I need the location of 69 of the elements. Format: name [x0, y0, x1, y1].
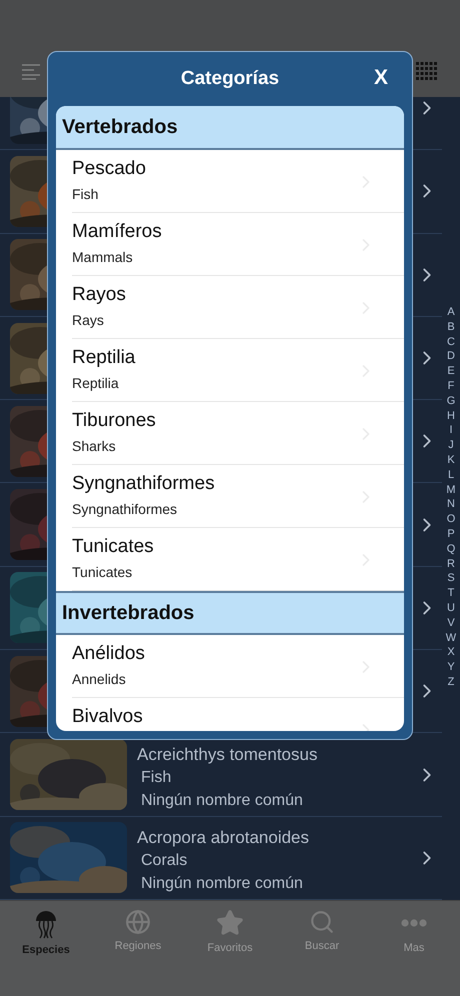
index-letter[interactable]: C — [447, 334, 455, 350]
species-category: Corals — [140, 852, 188, 870]
index-letter[interactable]: S — [447, 571, 455, 586]
index-letter[interactable]: G — [446, 394, 456, 409]
index-letter[interactable]: H — [447, 408, 455, 424]
index-letter[interactable]: U — [447, 600, 455, 616]
index-letter[interactable]: Z — [448, 674, 454, 690]
index-letter[interactable]: N — [447, 497, 455, 512]
common-name: Ningún nombre común — [140, 874, 304, 893]
category-subtitle: Rays — [72, 312, 105, 328]
index-letter[interactable]: D — [447, 349, 455, 364]
category-name: Bivalvos — [72, 706, 144, 728]
category-name: Pescado — [72, 158, 147, 180]
index-letter[interactable]: O — [446, 512, 456, 527]
index-letter[interactable]: F — [448, 378, 454, 394]
category-subtitle: Syngnathiformes — [72, 501, 178, 517]
index-letter[interactable]: T — [448, 586, 454, 601]
category-subtitle: Reptilia — [72, 375, 120, 391]
category-item[interactable]: Syngnathiformes Syngnathiformes — [72, 465, 404, 528]
category-item[interactable]: Tiburones Sharks — [72, 402, 404, 465]
category-subtitle: Fish — [72, 186, 100, 202]
category-subtitle: Mammals — [72, 249, 134, 265]
category-subtitle: Tunicates — [72, 564, 134, 580]
species-name: Acreichthys tomentosus — [137, 744, 318, 764]
index-letter[interactable]: Y — [447, 660, 455, 675]
category-name: Tiburones — [72, 410, 157, 432]
index-letter[interactable]: E — [447, 364, 455, 379]
index-letter[interactable]: V — [447, 616, 455, 631]
category-subtitle: Sharks — [72, 438, 117, 454]
index-letter[interactable]: I — [449, 423, 453, 438]
index-letter[interactable]: W — [446, 630, 456, 646]
category-name: Tunicates — [72, 536, 155, 558]
index-letter[interactable]: J — [448, 438, 454, 453]
menu-icon[interactable] — [22, 64, 40, 80]
dialog-title: Categorías — [180, 68, 280, 90]
more-icon — [401, 919, 427, 927]
grid-icon[interactable] — [416, 62, 438, 82]
index-letter[interactable]: B — [447, 320, 455, 335]
species-category: Fish — [140, 768, 172, 787]
category-item[interactable]: Rayos Rays — [72, 276, 404, 339]
category-name: Syngnathiformes — [72, 473, 216, 495]
index-letter[interactable]: X — [447, 645, 455, 660]
category-name: Mamíferos — [72, 221, 163, 243]
category-item[interactable]: Reptilia Reptilia — [72, 339, 404, 402]
category-item[interactable]: Anélidos Annelids — [72, 635, 404, 698]
index-letter[interactable]: M — [446, 482, 456, 498]
category-item[interactable]: Mamíferos Mammals — [72, 213, 404, 276]
species-row[interactable]: Acropora abrotanoides Corals Ningún nombre común — [0, 816, 442, 900]
category-subtitle: Annelids — [72, 671, 127, 687]
index-letter[interactable]: A — [447, 305, 455, 320]
section-header: Invertebrados — [56, 591, 404, 635]
globe-icon — [125, 909, 151, 935]
category-name: Anélidos — [72, 643, 146, 665]
index-letter[interactable]: R — [447, 556, 455, 572]
close-button[interactable]: X — [370, 66, 392, 90]
index-letter[interactable]: L — [448, 468, 454, 483]
index-letter[interactable]: Q — [446, 542, 456, 557]
category-name: Reptilia — [72, 347, 136, 369]
category-item[interactable]: Bivalvos — [72, 698, 404, 731]
category-item[interactable]: Pescado Fish — [72, 150, 404, 213]
index-letter[interactable]: K — [447, 452, 455, 468]
common-name: Ningún nombre común — [140, 792, 304, 810]
star-icon — [216, 909, 244, 937]
category-name: Rayos — [72, 284, 127, 306]
species-name: Acropora abrotanoides — [137, 828, 310, 847]
index-letter[interactable]: P — [447, 526, 455, 542]
section-header: Vertebrados — [56, 106, 404, 150]
jellyfish-icon — [35, 909, 57, 939]
search-icon — [309, 909, 335, 935]
